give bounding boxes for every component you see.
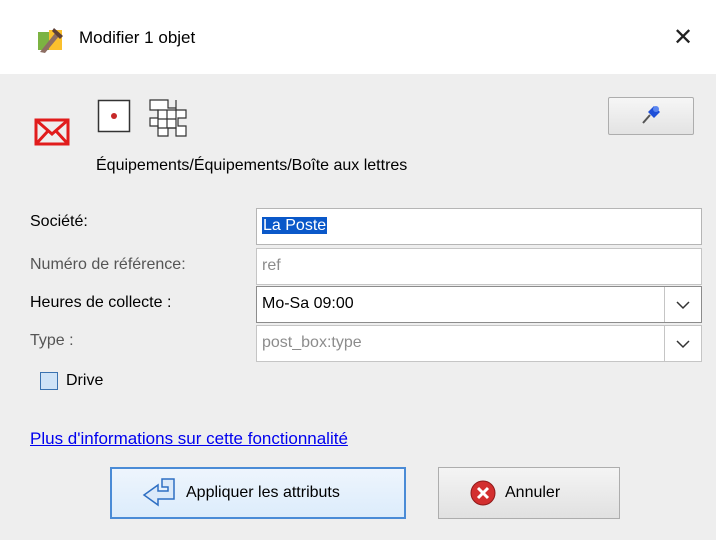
type-placeholder: post_box:type <box>262 334 362 351</box>
area-grid-icon <box>145 98 189 142</box>
ref-placeholder: ref <box>262 257 281 274</box>
type-label: Type : <box>30 332 74 349</box>
cancel-label: Annuler <box>505 484 561 501</box>
mailbox-icon <box>34 118 70 146</box>
josm-app-icon <box>36 26 66 54</box>
node-icon <box>97 99 131 133</box>
operator-label: Société: <box>30 213 88 230</box>
drive-checkbox[interactable] <box>40 372 58 390</box>
more-info-link[interactable]: Plus d'informations sur cette fonctionna… <box>30 429 348 449</box>
window-title: Modifier 1 objet <box>79 28 196 47</box>
preset-path: Équipements/Équipements/Boîte aux lettre… <box>96 157 408 174</box>
chevron-down-icon[interactable] <box>664 287 701 322</box>
cancel-icon <box>469 479 497 507</box>
title-bar: Modifier 1 objet ✕ <box>0 0 716 74</box>
collection-times-combo[interactable]: Mo-Sa 09:00 <box>256 286 702 323</box>
apply-arrow-icon <box>142 477 178 509</box>
operator-field[interactable]: La Poste <box>256 208 702 245</box>
ref-field[interactable]: ref <box>256 248 702 285</box>
chevron-down-icon[interactable] <box>664 326 701 361</box>
operator-value: La Poste <box>262 217 328 234</box>
drive-label: Drive <box>66 372 104 389</box>
collection-times-label: Heures de collecte : <box>30 294 172 311</box>
collection-times-value: Mo-Sa 09:00 <box>262 295 354 312</box>
apply-tags-button[interactable]: Appliquer les attributs <box>110 467 406 519</box>
close-button[interactable]: ✕ <box>662 16 704 58</box>
apply-label: Appliquer les attributs <box>186 484 340 501</box>
cancel-button[interactable]: Annuler <box>438 467 620 519</box>
ref-label: Numéro de référence: <box>30 256 186 273</box>
pin-icon <box>640 103 662 129</box>
type-combo[interactable]: post_box:type <box>256 325 702 362</box>
sticky-pin-button[interactable] <box>608 97 694 135</box>
close-icon: ✕ <box>672 23 694 51</box>
